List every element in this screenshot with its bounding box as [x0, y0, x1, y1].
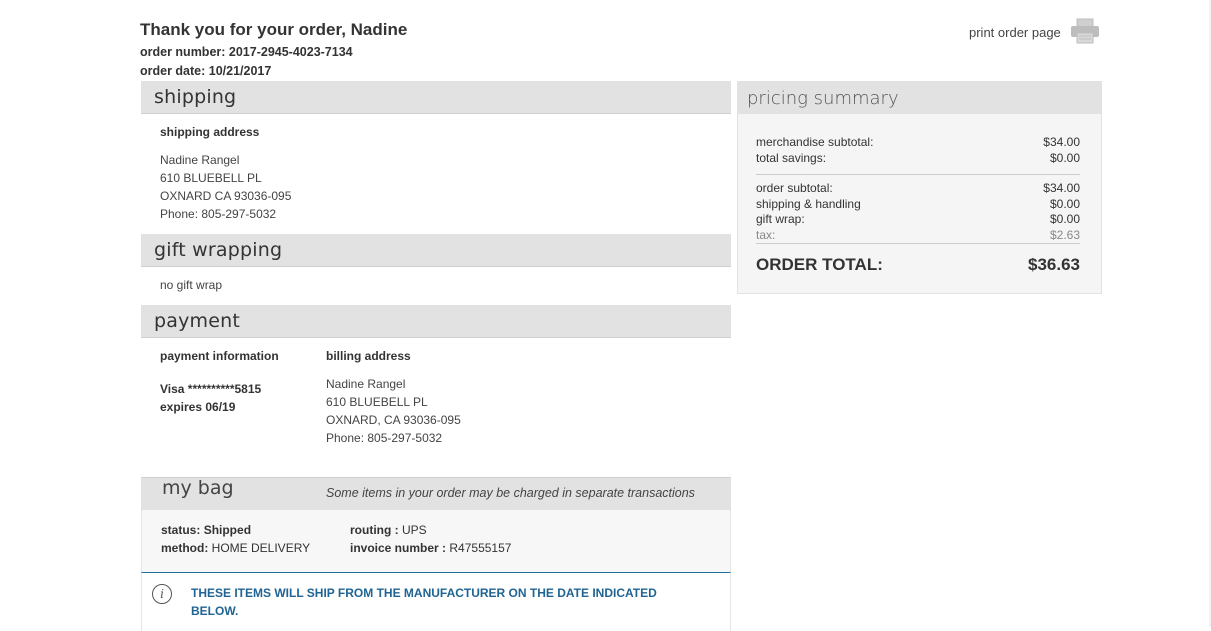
order-number: order number: 2017-2945-4023-7134 [140, 45, 353, 59]
tax-row: tax: $2.63 [756, 228, 1080, 242]
billing-street: 610 BLUEBELL PL [326, 395, 428, 409]
shipping-title: shipping [154, 86, 237, 108]
price-value: $34.00 [1043, 135, 1080, 149]
billing-city: OXNARD, CA 93036-095 [326, 413, 461, 427]
card-expiry: expires 06/19 [160, 400, 236, 414]
shipping-address-label: shipping address [160, 125, 260, 139]
pricing-divider [756, 243, 1080, 244]
my-bag-title: my bag [162, 477, 234, 499]
shipping-name: Nadine Rangel [160, 153, 240, 167]
shipping-street: 610 BLUEBELL PL [160, 171, 262, 185]
billing-name: Nadine Rangel [326, 377, 406, 391]
gift-wrapping-section-header: gift wrapping [141, 234, 731, 267]
print-order-page-link[interactable]: print order page [969, 25, 1061, 40]
price-value: $0.00 [1049, 212, 1080, 226]
order-total-value: $36.63 [1028, 255, 1080, 274]
method-value: HOME DELIVERY [211, 541, 311, 555]
billing-phone: Phone: 805-297-5032 [326, 431, 443, 445]
invoice-value: R47555157 [449, 541, 512, 555]
shipping-city: OXNARD CA 93036-095 [160, 189, 292, 203]
price-value: $0.00 [1049, 197, 1080, 211]
shipment-invoice: invoice number : R47555157 [350, 541, 511, 555]
total-savings-row: total savings: $0.00 [756, 151, 1080, 165]
price-value: $2.63 [1049, 228, 1080, 242]
printer-icon[interactable] [1070, 18, 1100, 44]
shipment-routing: routing : UPS [350, 523, 427, 537]
pricing-divider [756, 174, 1080, 175]
routing-label: routing : [350, 523, 399, 537]
pricing-summary-title: pricing summary [747, 88, 899, 109]
pricing-summary-header: pricing summary [737, 81, 1101, 114]
order-date: order date: 10/21/2017 [140, 64, 272, 78]
order-subtotal-row: order subtotal: $34.00 [756, 181, 1080, 195]
gift-wrapping-title: gift wrapping [154, 239, 283, 261]
price-label: tax: [756, 228, 776, 242]
price-value: $0.00 [1049, 151, 1080, 165]
separate-transactions-note: Some items in your order may be charged … [326, 486, 695, 500]
price-label: merchandise subtotal: [756, 135, 874, 149]
my-bag-section-header: my bag Some items in your order may be c… [141, 477, 731, 511]
payment-title: payment [154, 310, 241, 332]
shipping-phone: Phone: 805-297-5032 [160, 207, 277, 221]
payment-information-label: payment information [160, 349, 279, 363]
price-value: $34.00 [1043, 181, 1080, 195]
payment-section-header: payment [141, 305, 731, 338]
manufacturer-ship-notice-text: THESE ITEMS WILL SHIP FROM THE MANUFACTU… [191, 586, 657, 618]
shipment-status: status: Shipped [161, 523, 251, 537]
order-total-label: ORDER TOTAL: [756, 255, 883, 274]
routing-value: UPS [402, 523, 427, 537]
page-title: Thank you for your order, Nadine [140, 20, 408, 39]
shipping-section-header: shipping [141, 81, 731, 114]
card-number: Visa **********5815 [160, 382, 262, 396]
price-label: gift wrap: [756, 212, 805, 226]
price-label: order subtotal: [756, 181, 833, 195]
order-total-row: ORDER TOTAL: $36.63 [756, 255, 1080, 275]
billing-address-label: billing address [326, 349, 411, 363]
shipping-handling-row: shipping & handling $0.00 [756, 197, 1080, 211]
method-label: method: [161, 541, 209, 555]
invoice-label: invoice number : [350, 541, 447, 555]
gift-wrap-value: no gift wrap [160, 278, 223, 292]
status-label: status: [161, 523, 201, 537]
gift-wrap-price-row: gift wrap: $0.00 [756, 212, 1080, 226]
merchandise-subtotal-row: merchandise subtotal: $34.00 [756, 135, 1080, 149]
info-icon: i [152, 584, 172, 604]
price-label: total savings: [756, 151, 827, 165]
status-value: Shipped [203, 523, 252, 537]
price-label: shipping & handling [756, 197, 861, 211]
shipment-method: method: HOME DELIVERY [161, 541, 310, 555]
